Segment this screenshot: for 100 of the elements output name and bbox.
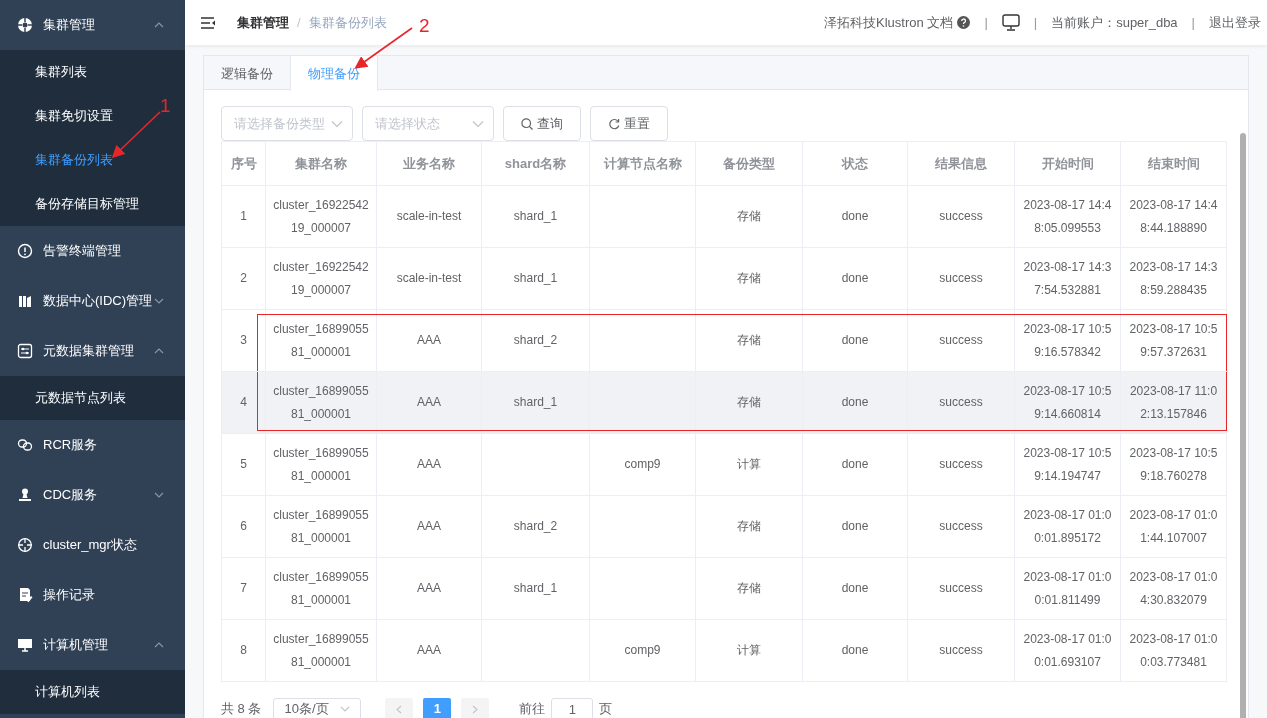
sidebar-subitem[interactable]: 计算机列表 — [0, 670, 185, 714]
sidebar-item[interactable]: 集群管理 — [0, 0, 185, 50]
table-cell: 2023-08-17 01:00:03.773481 — [1129, 631, 1218, 669]
total-count: 共 8 条 — [221, 700, 262, 718]
table-cell: 8 — [240, 643, 247, 657]
table-cell: shard_1 — [513, 395, 558, 409]
table-cell: success — [939, 271, 983, 285]
table-cell: success — [939, 457, 983, 471]
table-cell: done — [841, 457, 869, 471]
table-cell: 2023-08-17 10:59:57.372631 — [1129, 321, 1218, 359]
sidebar-item[interactable]: 操作记录 — [0, 570, 185, 620]
table-row[interactable]: 2 cluster_1692254219_000007 scale-in-test shard_1 存储 done success 2023-08-17 14:37:54.532881 2023-08-17 14:38:59.288435 — [221, 247, 1227, 310]
table-cell: 2023-08-17 01:04:30.832079 — [1129, 569, 1218, 607]
chevron-down-icon — [472, 120, 484, 128]
column-header: 序号 — [221, 141, 266, 186]
link-icon — [17, 437, 33, 453]
table-cell: AAA — [417, 333, 441, 347]
column-header: 开始时间 — [1014, 141, 1121, 186]
table-cell: scale-in-test — [396, 271, 462, 285]
table-row[interactable]: 1 cluster_1692254219_000007 scale-in-test shard_1 存储 done success 2023-08-17 14:48:05.099553 2023-08-17 14:48:44.188890 — [221, 185, 1227, 248]
table-cell: 2023-08-17 10:59:14.660814 — [1023, 383, 1112, 421]
sidebar-subitem[interactable]: 备份存储目标管理 — [0, 182, 185, 226]
select-field[interactable]: 请选择状态 — [362, 106, 494, 141]
chevron-left-icon — [396, 704, 403, 714]
monitor-icon[interactable] — [1001, 14, 1020, 31]
reset-button[interactable]: 重置 — [590, 106, 668, 141]
table-cell: cluster_1689905581_000001 — [273, 507, 369, 545]
table-cell: 5 — [240, 457, 247, 471]
sidebar-item[interactable]: 计算机管理 — [0, 620, 185, 670]
table-cell: shard_1 — [513, 271, 558, 285]
help-icon — [957, 16, 971, 29]
table-cell: comp9 — [624, 643, 661, 657]
docs-link[interactable]: 泽拓科技Klustron 文档 — [824, 12, 954, 33]
table-cell: 6 — [240, 519, 247, 533]
table-cell: 存储 — [737, 271, 761, 285]
page-size-select[interactable]: 10条/页 — [273, 698, 362, 718]
breadcrumb-item: 集群备份列表 — [308, 13, 387, 32]
sidebar-item[interactable]: RCR服务 — [0, 420, 185, 470]
table-cell: success — [939, 395, 983, 409]
search-icon — [521, 117, 533, 130]
select-field[interactable]: 请选择备份类型 — [221, 106, 353, 141]
table-cell: success — [939, 333, 983, 347]
table-cell: cluster_1692254219_000007 — [273, 197, 369, 235]
breadcrumb-item[interactable]: 集群管理 — [237, 12, 289, 33]
table-cell: 存储 — [737, 395, 761, 409]
alert-icon — [17, 243, 33, 259]
sidebar-item[interactable]: 数据中心(IDC)管理 — [0, 276, 185, 326]
logout-link[interactable]: 退出登录 — [1209, 12, 1261, 33]
table-cell: cluster_1689905581_000001 — [273, 445, 369, 483]
annotation-number: 2 — [419, 15, 430, 36]
goto-label: 前往 — [519, 700, 546, 718]
column-header: 结束时间 — [1120, 141, 1227, 186]
sidebar-item[interactable]: cluster_mgr状态 — [0, 520, 185, 570]
wheel-icon — [17, 17, 33, 33]
table-cell: done — [841, 333, 869, 347]
table-cell: 2023-08-17 14:48:44.188890 — [1129, 197, 1218, 235]
table-cell: 4 — [240, 395, 247, 409]
scrollbar[interactable] — [1240, 133, 1246, 718]
annotation-arrow — [111, 111, 161, 159]
table-cell: shard_1 — [513, 581, 558, 595]
table-cell: done — [841, 643, 869, 657]
table-cell: 计算 — [737, 457, 761, 471]
sidebar-item[interactable]: CDC服务 — [0, 470, 185, 520]
column-header: 备份类型 — [695, 141, 803, 186]
table-cell: 2023-08-17 01:01:44.107007 — [1129, 507, 1218, 545]
table-cell: AAA — [417, 581, 441, 595]
table-cell: success — [939, 519, 983, 533]
table-cell: success — [939, 643, 983, 657]
table-row[interactable]: 8 cluster_1689905581_000001 AAA comp9 计算 done success 2023-08-17 01:00:01.693107 2023-08-17 01:00:03.773481 — [221, 619, 1227, 682]
table-cell: cluster_1689905581_000001 — [273, 383, 369, 421]
table-row[interactable]: 7 cluster_1689905581_000001 AAA shard_1 存储 done success 2023-08-17 01:00:01.811499 2023-08-17 01:04:30.832079 — [221, 557, 1227, 620]
sidebar-item[interactable]: 元数据集群管理 — [0, 326, 185, 376]
sidebar-subitem[interactable]: 集群列表 — [0, 50, 185, 94]
sidebar-subitem[interactable]: 集群备份列表 — [0, 138, 185, 182]
crosshair-icon — [17, 537, 33, 553]
table-row[interactable]: 3 cluster_1689905581_000001 AAA shard_2 存储 done success 2023-08-17 10:59:16.578342 2023-08-17 10:59:57.372631 — [221, 309, 1227, 372]
chevron-down-icon — [340, 706, 351, 712]
table-cell: 2023-08-17 10:59:18.760278 — [1129, 445, 1218, 483]
search-button[interactable]: 查询 — [503, 106, 581, 141]
sidebar-subitem[interactable]: 元数据节点列表 — [0, 376, 185, 420]
menu-fold-icon[interactable] — [201, 16, 215, 29]
document-edit-icon — [17, 587, 33, 603]
page-number-field[interactable]: 1 — [551, 698, 594, 718]
table-cell: 1 — [240, 209, 247, 223]
table-row[interactable]: 4 cluster_1689905581_000001 AAA shard_1 存储 done success 2023-08-17 10:59:14.660814 2023-08-17 11:02:13.157846 — [221, 371, 1227, 434]
table-cell: cluster_1689905581_000001 — [273, 321, 369, 359]
column-header: 业务名称 — [376, 141, 482, 186]
page-suffix: 页 — [599, 700, 613, 718]
table-cell: done — [841, 209, 869, 223]
table-cell: 存储 — [737, 209, 761, 223]
column-header: 计算节点名称 — [589, 141, 696, 186]
next-page-button[interactable] — [461, 698, 490, 718]
table-cell: AAA — [417, 643, 441, 657]
table-cell: AAA — [417, 395, 441, 409]
table-row[interactable]: 6 cluster_1689905581_000001 AAA shard_2 存储 done success 2023-08-17 01:00:01.895172 2023-08-17 01:01:44.107007 — [221, 495, 1227, 558]
table-row[interactable]: 5 cluster_1689905581_000001 AAA comp9 计算 done success 2023-08-17 10:59:14.194747 2023-08-17 10:59:18.760278 — [221, 433, 1227, 496]
sidebar-item[interactable]: 告警终端管理 — [0, 226, 185, 276]
separator: | — [1191, 13, 1195, 32]
previous-page-button[interactable] — [385, 698, 414, 718]
table-cell: 2023-08-17 01:00:01.895172 — [1023, 507, 1112, 545]
